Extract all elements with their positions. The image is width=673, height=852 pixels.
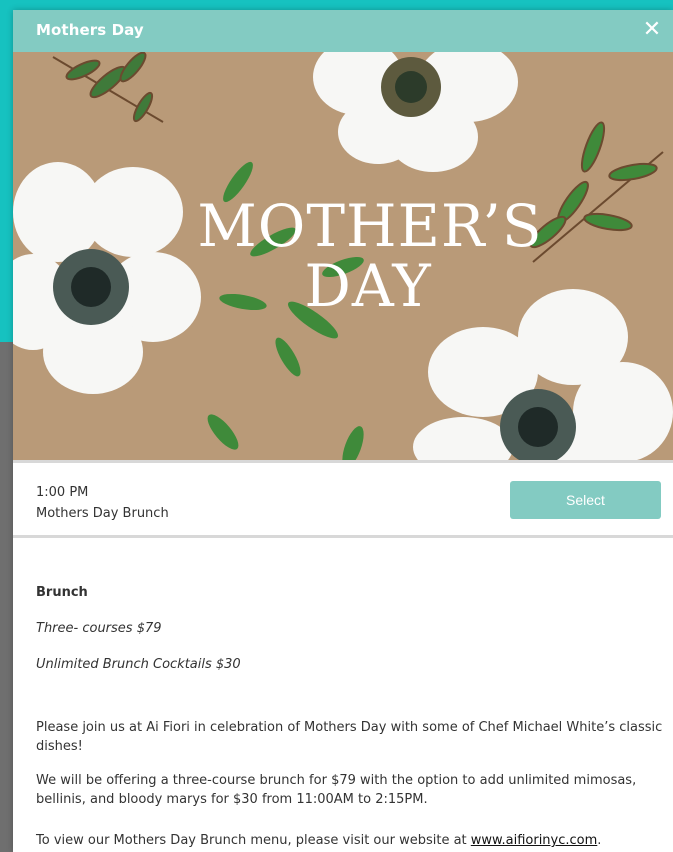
time-slot-row: 1:00 PM Mothers Day Brunch Select xyxy=(13,463,673,536)
slot-time: 1:00 PM xyxy=(36,485,89,500)
select-button[interactable]: Select xyxy=(510,481,661,519)
modal-header: Mothers Day ✕ xyxy=(13,10,673,52)
slot-name: Mothers Day Brunch xyxy=(36,506,169,521)
paragraph-3-text: To view our Mothers Day Brunch menu, ple… xyxy=(36,833,471,848)
hero-title-line2: DAY xyxy=(304,252,432,320)
description-paragraph-3: To view our Mothers Day Brunch menu, ple… xyxy=(36,831,666,850)
details-heading: Brunch xyxy=(36,585,88,600)
modal-title: Mothers Day xyxy=(36,21,144,39)
price-line-courses: Three- courses $79 xyxy=(36,621,162,636)
hero-title: MOTHER’S DAY xyxy=(13,197,673,315)
close-icon[interactable]: ✕ xyxy=(637,15,667,45)
hero-title-line1: MOTHER’S xyxy=(197,192,543,260)
paragraph-3-suffix: . xyxy=(597,833,602,848)
price-line-cocktails: Unlimited Brunch Cocktails $30 xyxy=(36,657,241,672)
event-modal: Mothers Day ✕ MOTHER’S DAY 1:00 PM Mothe… xyxy=(13,10,673,852)
hero-image: MOTHER’S DAY xyxy=(13,52,673,460)
description-paragraph-2: We will be offering a three-course brunc… xyxy=(36,773,637,807)
description-paragraph-1: Please join us at Ai Fiori in celebratio… xyxy=(36,720,663,754)
website-link[interactable]: www.aifiorinyc.com xyxy=(471,833,598,848)
event-details: Brunch Three- courses $79 Unlimited Brun… xyxy=(13,538,673,852)
